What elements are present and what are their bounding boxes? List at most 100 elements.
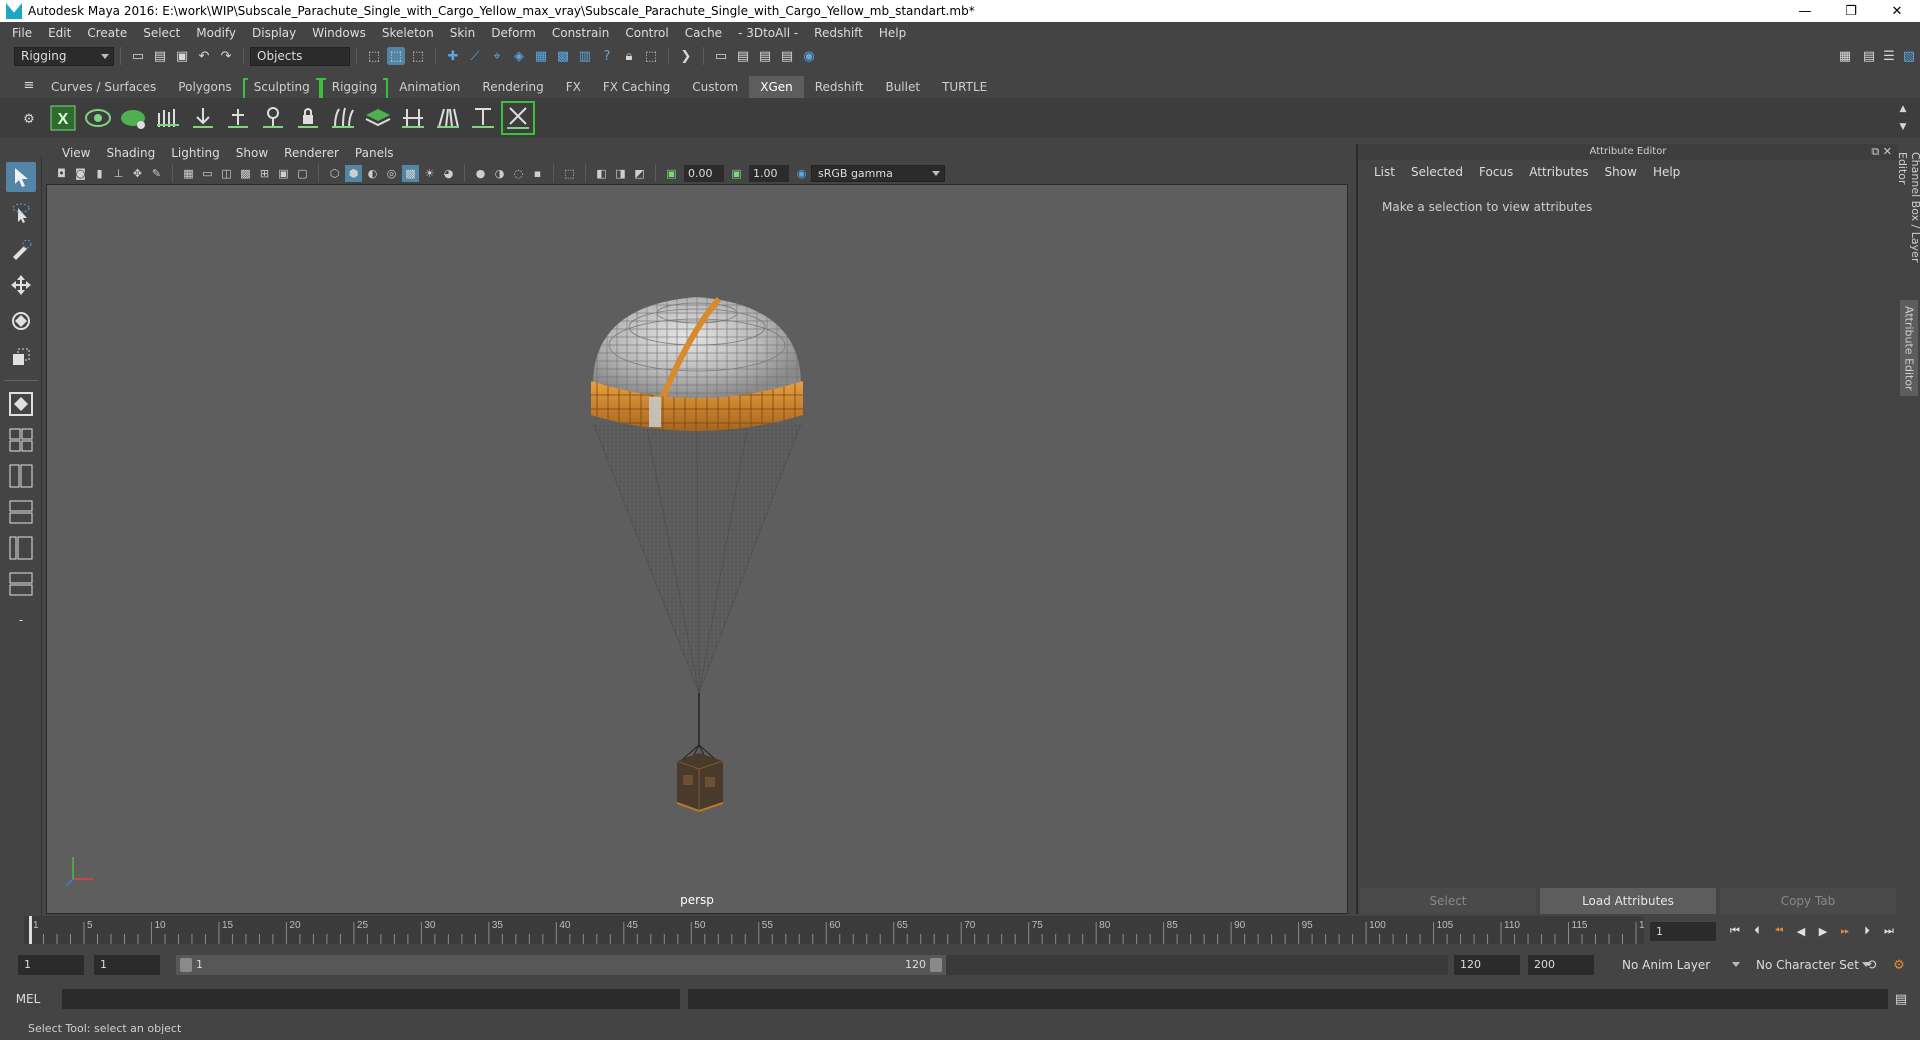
snap-grid-icon[interactable]: ✚ xyxy=(444,47,462,65)
tab-attribute-editor[interactable]: Attribute Editor xyxy=(1900,300,1918,396)
go-to-start-icon[interactable]: ⏮ xyxy=(1724,921,1746,941)
tab-turtle[interactable]: TURTLE xyxy=(931,76,998,98)
step-forward-key-icon[interactable]: ⏩︎ xyxy=(1834,921,1856,941)
ae-menu-focus[interactable]: Focus xyxy=(1471,165,1521,179)
shadows-icon[interactable]: ◕ xyxy=(440,165,457,182)
camera-attributes-icon[interactable]: ◙ xyxy=(72,165,89,182)
soft-select-icon[interactable]: ⬚ xyxy=(642,47,660,65)
time-slider[interactable]: 1 5 10 15 20 25 30 35 40 45 50 55 60 65 70 75 80 85 90 95 10… xyxy=(24,916,1644,944)
shelf-options-icon[interactable]: ⚙ xyxy=(20,110,38,128)
render-view-icon[interactable]: ▭ xyxy=(712,47,730,65)
lasso-tool-icon[interactable] xyxy=(6,198,36,228)
hypershade-icon[interactable]: ◉ xyxy=(800,47,818,65)
menu-cache[interactable]: Cache xyxy=(677,26,730,40)
menu-create[interactable]: Create xyxy=(79,26,135,40)
paint-select-tool-icon[interactable] xyxy=(6,234,36,264)
tab-redshift[interactable]: Redshift xyxy=(804,76,875,98)
tab-sculpting[interactable]: Sculpting xyxy=(242,76,321,100)
command-input[interactable] xyxy=(62,989,680,1009)
resolution-gate-icon[interactable]: ◫ xyxy=(218,165,235,182)
wireframe-on-shaded-icon[interactable]: ◎ xyxy=(383,165,400,182)
grid-icon[interactable]: ▦ xyxy=(180,165,197,182)
menu-skin[interactable]: Skin xyxy=(442,26,484,40)
depth-of-field-icon[interactable]: ▪ xyxy=(529,165,546,182)
tab-rigging[interactable]: Rigging xyxy=(320,76,389,100)
isolate-select-icon[interactable]: ⬚ xyxy=(561,165,578,182)
xgen-convert-icon[interactable] xyxy=(501,101,535,135)
tab-custom[interactable]: Custom xyxy=(681,76,749,98)
animation-end-field[interactable]: 200 xyxy=(1528,955,1594,975)
history-icon[interactable]: ❯ xyxy=(677,47,695,65)
snap-question-icon[interactable]: ? xyxy=(598,47,616,65)
smooth-shade-icon[interactable]: ⬢ xyxy=(345,164,362,182)
persp-graph-layout-icon[interactable] xyxy=(6,497,36,527)
select-tool-icon[interactable] xyxy=(6,162,36,192)
tab-channel-box-layer-editor[interactable]: Channel Box / Layer Editor xyxy=(1896,152,1920,288)
bookmark-icon[interactable]: ▮ xyxy=(91,165,108,182)
play-backwards-icon[interactable]: ◀ xyxy=(1790,921,1812,941)
restore-button[interactable]: ❐ xyxy=(1828,0,1874,22)
exposure-icon[interactable]: ▣ xyxy=(663,165,680,182)
panel-menu-shading[interactable]: Shading xyxy=(98,146,163,160)
color-space-dropdown[interactable]: sRGB gamma xyxy=(811,164,945,182)
play-forwards-icon[interactable]: ▶ xyxy=(1812,921,1834,941)
xgen-flip-guide-icon[interactable] xyxy=(433,103,463,133)
tab-curves-surfaces[interactable]: Curves / Surfaces xyxy=(40,76,167,98)
snap-live-icon[interactable]: ▦ xyxy=(532,47,550,65)
menu-redshift[interactable]: Redshift xyxy=(806,26,871,40)
grease-pencil-icon[interactable]: ✎ xyxy=(148,165,165,182)
save-scene-icon[interactable]: ▣ xyxy=(173,47,191,65)
animation-start-field[interactable]: 1 xyxy=(18,955,84,975)
menu-file[interactable]: File xyxy=(4,26,40,40)
menu-windows[interactable]: Windows xyxy=(304,26,374,40)
ipr-render-icon[interactable]: ▤ xyxy=(756,47,774,65)
anim-layer-dropdown[interactable]: No Anim Layer xyxy=(1616,955,1744,975)
snap-point-icon[interactable]: ⌖ xyxy=(488,47,506,65)
undo-icon[interactable]: ↶ xyxy=(195,47,213,65)
image-plane-icon[interactable]: ⊥ xyxy=(110,165,127,182)
persp-outliner-layout-icon[interactable] xyxy=(6,461,36,491)
shelf-scroll-down-icon[interactable]: ▼ xyxy=(1894,118,1912,136)
menu-edit[interactable]: Edit xyxy=(40,26,79,40)
range-slider-bar[interactable]: 1 120 xyxy=(176,955,946,975)
tab-rendering[interactable]: Rendering xyxy=(471,76,554,98)
single-perspective-layout-icon[interactable] xyxy=(6,389,36,419)
animation-preferences-icon[interactable]: ⚙ xyxy=(1890,956,1908,974)
tab-polygons[interactable]: Polygons xyxy=(167,76,242,98)
snap-curve-icon[interactable]: ⟋ xyxy=(466,47,484,65)
redo-icon[interactable]: ↷ xyxy=(217,47,235,65)
xgen-add-guide-icon[interactable] xyxy=(223,103,253,133)
xgen-lock-guide-icon[interactable] xyxy=(293,103,323,133)
menu-help[interactable]: Help xyxy=(871,26,914,40)
select-by-hierarchy-icon[interactable]: ⬚ xyxy=(365,47,383,65)
workspace-layout-icon[interactable]: ▦ xyxy=(1836,47,1854,65)
tab-xgen[interactable]: XGen xyxy=(749,76,804,98)
range-end-handle[interactable] xyxy=(930,958,942,972)
safe-title-icon[interactable]: ▢ xyxy=(294,165,311,182)
close-button[interactable]: ✕ xyxy=(1874,0,1920,22)
menu-select[interactable]: Select xyxy=(135,26,188,40)
xgen-sculpt-guide-icon[interactable] xyxy=(258,103,288,133)
current-frame-field[interactable]: 1 xyxy=(1650,921,1716,941)
xgen-groom-icon[interactable] xyxy=(153,103,183,133)
gate-mask-icon[interactable]: ▩ xyxy=(237,165,254,182)
scale-tool-icon[interactable] xyxy=(6,342,36,372)
lock-icon[interactable]: 🔒︎ xyxy=(620,47,638,65)
menu-3dtoall[interactable]: - 3DtoAll - xyxy=(730,26,806,40)
step-back-key-icon[interactable]: ⏪︎ xyxy=(1768,921,1790,941)
script-editor-icon[interactable]: ▤ xyxy=(1892,990,1910,1008)
shelf-menu-icon[interactable]: ≡ xyxy=(20,76,38,94)
go-to-end-icon[interactable]: ⏭ xyxy=(1878,921,1900,941)
playback-end-field[interactable]: 120 xyxy=(1454,955,1520,975)
menu-constrain[interactable]: Constrain xyxy=(544,26,618,40)
move-tool-icon[interactable] xyxy=(6,270,36,300)
minimize-button[interactable]: — xyxy=(1782,0,1828,22)
use-all-lights-icon[interactable]: ☀ xyxy=(421,165,438,182)
step-back-frame-icon[interactable]: ⏴︎ xyxy=(1746,921,1768,941)
default-material-icon[interactable]: ◐ xyxy=(364,165,381,182)
gamma-icon[interactable]: ▣ xyxy=(728,165,745,182)
panel-menu-view[interactable]: View xyxy=(54,146,98,160)
panel-float-close-icon[interactable]: ⧉ ✕ xyxy=(1871,144,1892,160)
hypershade-layout-icon[interactable] xyxy=(6,533,36,563)
panel-menu-lighting[interactable]: Lighting xyxy=(163,146,228,160)
